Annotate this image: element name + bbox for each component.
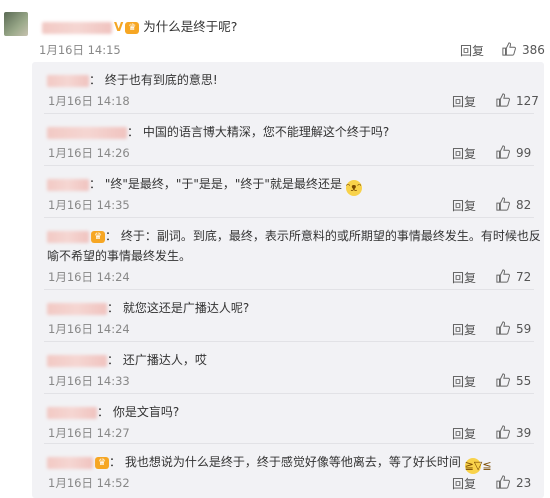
divider xyxy=(44,113,534,114)
like-button[interactable]: 23 xyxy=(496,475,531,490)
comment-text: 为什么是终于呢? xyxy=(143,19,238,34)
thumbs-up-icon xyxy=(496,269,510,283)
thumbs-up-icon xyxy=(496,425,510,439)
divider xyxy=(44,289,534,290)
like-count: 23 xyxy=(516,476,532,490)
username[interactable] xyxy=(47,302,107,315)
username[interactable] xyxy=(47,74,89,87)
like-button[interactable]: 72 xyxy=(496,269,531,284)
username[interactable] xyxy=(47,456,93,469)
crown-icon: ♛ xyxy=(91,230,105,243)
thumbs-up-icon xyxy=(496,93,510,107)
reply-time: 1月16日 14:24 xyxy=(48,322,130,336)
comment-line: V ♛ 为什么是终于呢? xyxy=(42,16,237,35)
reply-time: 1月16日 14:27 xyxy=(48,426,130,440)
like-button[interactable]: 127 xyxy=(496,93,539,108)
reply-time: 1月16日 14:26 xyxy=(48,146,130,160)
reply-text: 我也想说为什么是终于，终于感觉好像等他离去，等了好长时间 xyxy=(124,455,461,469)
thumbs-up-icon xyxy=(496,475,510,489)
reply-text: 你是文盲吗? xyxy=(112,405,180,419)
divider xyxy=(44,393,534,394)
reply-text: 终于：副词。到底，最终，表示所意料的或所期望的事情最终发生。有时候也反 xyxy=(120,229,541,243)
like-count: 55 xyxy=(516,374,532,388)
username[interactable] xyxy=(47,178,89,191)
like-button[interactable]: 82 xyxy=(496,197,531,212)
like-count: 39 xyxy=(516,426,532,440)
username[interactable] xyxy=(47,354,107,367)
username[interactable] xyxy=(47,406,97,419)
reply-text: 中国的语言博大精深，您不能理解这个终于吗? xyxy=(142,125,390,139)
cat-emoji-icon: ᵔᴥᵔ xyxy=(345,180,362,196)
crown-icon: ♛ xyxy=(95,456,109,469)
thumbs-up-icon xyxy=(496,197,510,211)
reply-text: "终"是最终，"于"是是，"终于"就是最终还是 xyxy=(104,177,342,191)
replies-panel: ： 终于也有到底的意思! 1月16日 14:18 回复 127 ： 中国的语言博… xyxy=(32,62,544,498)
username[interactable] xyxy=(47,230,89,243)
crown-icon: ♛ xyxy=(125,21,140,34)
v-badge-icon: V xyxy=(114,20,124,34)
reply-time: 1月16日 14:24 xyxy=(48,270,130,284)
reply-button[interactable]: 回复 xyxy=(452,269,476,286)
reply-button[interactable]: 回复 xyxy=(452,373,476,390)
thumbs-up-icon xyxy=(496,145,510,159)
like-count: 59 xyxy=(516,322,532,336)
like-button[interactable]: 99 xyxy=(496,145,531,160)
like-count: 127 xyxy=(516,94,539,108)
thumbs-up-icon xyxy=(502,42,516,56)
reply-button[interactable]: 回复 xyxy=(452,197,476,214)
reply-button[interactable]: 回复 xyxy=(460,42,484,59)
reply-text-continued: 喻不希望的事情最终发生。 xyxy=(47,249,192,263)
reply-time: 1月16日 14:18 xyxy=(48,94,130,108)
like-count: 72 xyxy=(516,270,532,284)
reply-text: 就您这还是广播达人呢? xyxy=(122,301,250,315)
like-button[interactable]: 55 xyxy=(496,373,531,388)
username[interactable] xyxy=(42,21,112,34)
divider xyxy=(44,443,534,444)
divider xyxy=(44,217,534,218)
like-button[interactable]: 59 xyxy=(496,321,531,336)
comment-time: 1月16日 14:15 xyxy=(39,43,121,57)
divider xyxy=(44,165,534,166)
reply-text: 还广播达人，哎 xyxy=(122,353,207,367)
avatar[interactable] xyxy=(4,12,28,36)
username[interactable] xyxy=(47,126,127,139)
reply-button[interactable]: 回复 xyxy=(452,475,476,492)
reply-button[interactable]: 回复 xyxy=(452,93,476,110)
thumbs-up-icon xyxy=(496,373,510,387)
like-count: 82 xyxy=(516,198,532,212)
reply-button[interactable]: 回复 xyxy=(452,145,476,162)
reply-button[interactable]: 回复 xyxy=(452,425,476,442)
thumbs-up-icon xyxy=(496,321,510,335)
reply-button[interactable]: 回复 xyxy=(452,321,476,338)
laughing-emoji-icon: ≧▽≦ xyxy=(464,458,492,474)
like-count: 386 xyxy=(522,43,545,57)
like-count: 99 xyxy=(516,146,532,160)
reply-text: 终于也有到底的意思! xyxy=(104,73,218,87)
divider xyxy=(44,341,534,342)
like-button[interactable]: 386 xyxy=(502,42,545,57)
like-button[interactable]: 39 xyxy=(496,425,531,440)
reply-time: 1月16日 14:52 xyxy=(48,476,130,490)
main-comment: V ♛ 为什么是终于呢? 1月16日 14:15 回复 386 xyxy=(0,0,550,62)
reply-time: 1月16日 14:33 xyxy=(48,374,130,388)
reply-time: 1月16日 14:35 xyxy=(48,198,130,212)
